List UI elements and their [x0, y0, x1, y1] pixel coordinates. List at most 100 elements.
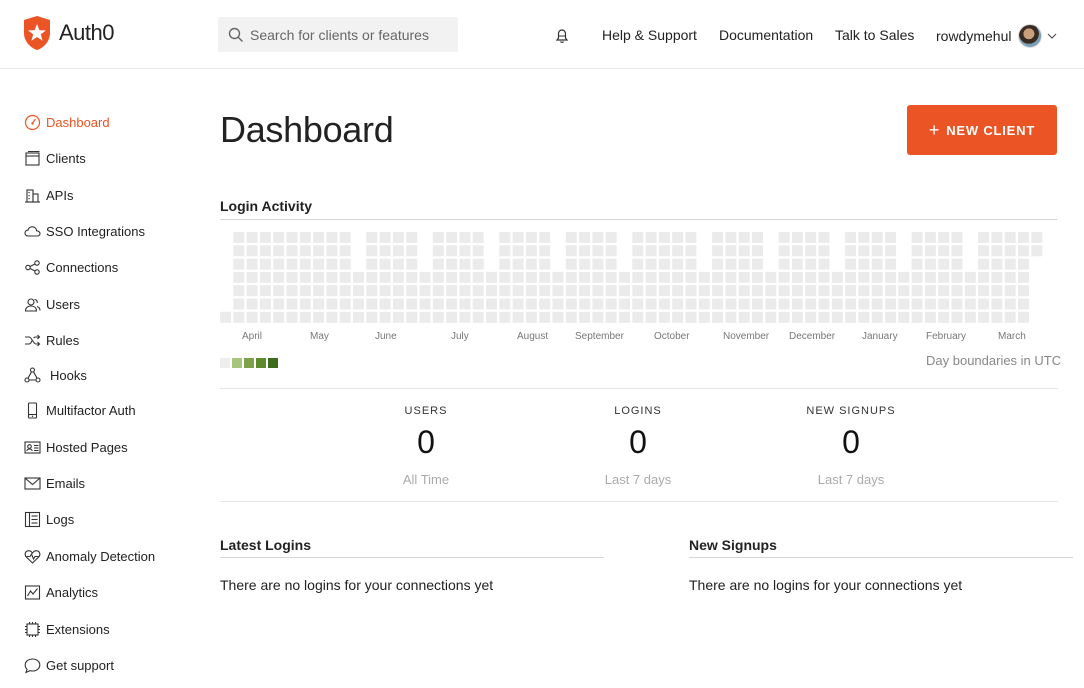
search-input[interactable]	[250, 26, 450, 43]
month-label: August	[517, 331, 549, 342]
sidebar-item-get-support[interactable]: Get support	[24, 657, 114, 674]
heatmap-day-cell	[525, 298, 537, 310]
new-client-button[interactable]: + NEW CLIENT	[907, 105, 1057, 155]
heatmap-day-cell	[339, 258, 351, 270]
stat-logins-value: 0	[629, 424, 647, 460]
heatmap-day-cell	[712, 232, 724, 243]
sidebar-item-dashboard[interactable]: Dashboard	[24, 114, 110, 131]
cloud-icon	[24, 226, 41, 237]
users-icon	[24, 298, 41, 312]
heatmap-day-cell	[379, 285, 391, 297]
sidebar-item-emails[interactable]: Emails	[24, 475, 85, 492]
heatmap-day-cell	[924, 311, 936, 323]
latest-logins-empty: There are no logins for your connections…	[220, 577, 494, 593]
heatmap-day-cell	[326, 285, 338, 297]
heatmap-day-cell	[286, 258, 298, 270]
heatmap-day-cell	[885, 311, 896, 323]
sidebar-item-label: SSO Integrations	[46, 224, 145, 239]
chart-icon	[24, 585, 41, 600]
heatmap-day-cell	[978, 298, 990, 310]
page-title: Dashboard	[220, 109, 394, 150]
phone-icon	[27, 402, 38, 419]
heatmap-day-cell	[845, 258, 857, 270]
heatmap-day-cell	[672, 258, 684, 270]
sidebar-item-analytics[interactable]: Analytics	[24, 584, 98, 601]
heatmap-day-cell	[778, 258, 790, 270]
sidebar-item-hosted-pages[interactable]: Hosted Pages	[24, 439, 128, 456]
heatmap-day-cell	[472, 232, 484, 243]
auth0-logo[interactable]: Auth0	[22, 15, 115, 51]
bell-icon[interactable]	[555, 28, 569, 44]
heatmap-day-cell	[273, 258, 285, 270]
heatmap-day-cell	[379, 271, 391, 283]
heatmap-day-cell	[885, 271, 896, 283]
sidebar-item-label: Anomaly Detection	[46, 549, 156, 564]
heatmap-day-cell	[645, 311, 657, 323]
legend-swatch	[256, 358, 266, 368]
heatmap-day-cell	[299, 232, 311, 243]
heatmap-day-cell	[432, 298, 444, 310]
sidebar-item-connections[interactable]: Connections	[24, 259, 118, 276]
heatmap-day-cell	[446, 271, 458, 283]
heatmap-day-cell	[858, 285, 870, 297]
sidebar-item-label: Rules	[46, 333, 80, 348]
heatmap-day-cell	[951, 285, 963, 297]
heatmap-day-cell	[246, 285, 258, 297]
heatmap-day-cell	[712, 245, 724, 257]
heatmap-day-cell	[752, 298, 763, 310]
sidebar-item-rules[interactable]: Rules	[24, 332, 79, 349]
heatmap-day-cell	[392, 271, 404, 283]
heatmap-day-cell	[805, 298, 817, 310]
talk-to-sales-link[interactable]: Talk to Sales	[835, 27, 914, 43]
heatmap-day-cell	[712, 271, 724, 283]
heatmap-day-cell	[499, 311, 511, 323]
sidebar-item-hooks[interactable]: Hooks	[24, 367, 87, 384]
heatmap-day-cell	[459, 298, 471, 310]
heatmap-day-cell	[472, 271, 484, 283]
heatmap-day-cell	[486, 298, 497, 310]
heatmap-day-cell	[605, 232, 617, 243]
heatmap-day-cell	[472, 311, 484, 323]
documentation-link[interactable]: Documentation	[719, 27, 813, 43]
heatmap-day-cell	[938, 245, 950, 257]
heatmap-day-cell	[512, 245, 524, 257]
heatmap-day-cell	[845, 311, 857, 323]
heatmap-day-cell	[259, 232, 271, 243]
sidebar-item-logs[interactable]: Logs	[24, 511, 74, 528]
heatmap-day-cell	[805, 285, 817, 297]
heatmap-day-cell	[313, 232, 325, 243]
search-box[interactable]	[218, 17, 458, 52]
user-menu[interactable]: rowdymehul	[936, 24, 1057, 48]
heatmap-day-cell	[326, 258, 338, 270]
heatmap-day-cell	[778, 311, 790, 323]
new-signups-title: New Signups	[689, 537, 777, 553]
heatmap-day-cell	[459, 258, 471, 270]
id-card-icon	[24, 441, 41, 454]
heatmap-day-cell	[392, 298, 404, 310]
sidebar-item-anomaly-detection[interactable]: Anomaly Detection	[24, 548, 155, 565]
month-label: June	[375, 331, 397, 342]
heatmap-day-cell	[885, 245, 896, 257]
sidebar-item-extensions[interactable]: Extensions	[24, 621, 110, 638]
sidebar-item-label: Hosted Pages	[46, 440, 128, 455]
login-activity-title: Login Activity	[220, 198, 313, 214]
heatmap-day-cell	[818, 245, 830, 257]
heatmap-day-cell	[951, 245, 963, 257]
sidebar-item-users[interactable]: Users	[24, 296, 80, 313]
heatmap-day-cell	[366, 285, 378, 297]
heatmap-day-cell	[818, 285, 830, 297]
sidebar-item-multifactor-auth[interactable]: Multifactor Auth	[24, 402, 136, 419]
heatmap-day-cell	[446, 258, 458, 270]
heatmap-day-cell	[512, 285, 524, 297]
sidebar-item-sso-integrations[interactable]: SSO Integrations	[24, 223, 145, 240]
help-support-link[interactable]: Help & Support	[602, 27, 697, 43]
heatmap-day-cell	[964, 285, 976, 297]
sidebar-item-apis[interactable]: APIs	[24, 187, 73, 204]
heatmap-day-cell	[632, 258, 644, 270]
heatmap-day-cell	[738, 258, 750, 270]
heatmap-day-cell	[845, 285, 857, 297]
heatmap-day-cell	[924, 232, 936, 243]
heatmap-day-cell	[858, 311, 870, 323]
heatmap-day-cell	[233, 285, 245, 297]
sidebar-item-clients[interactable]: Clients	[24, 150, 86, 167]
